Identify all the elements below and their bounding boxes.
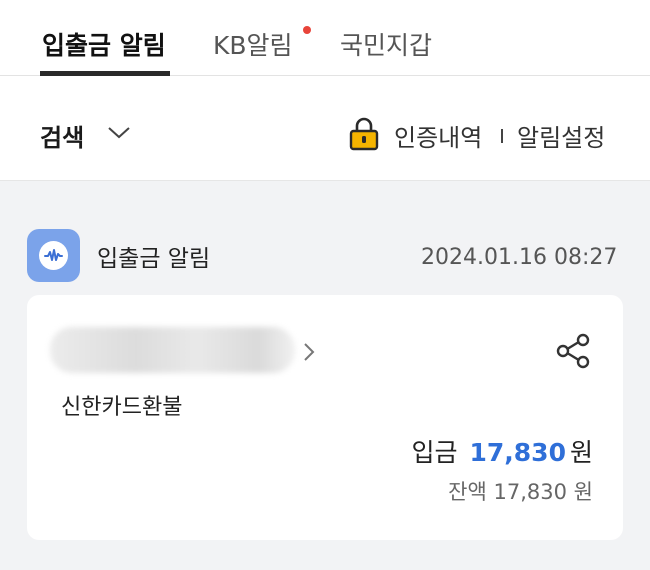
auth-history-link[interactable]: 인증내역	[394, 118, 482, 153]
transaction-card[interactable]: 신한카드환불 입금 17,830 원 잔액 17,830 원	[27, 295, 623, 540]
lock-icon	[349, 117, 379, 151]
balance-amount: 17,830	[493, 480, 567, 504]
masked-account-name	[50, 327, 295, 373]
search-dropdown-label[interactable]: 검색	[40, 118, 84, 153]
header-panel: 입출금 알림 KB알림 국민지갑 검색 인증내역 알림설정	[0, 0, 650, 180]
toolbar: 검색 인증내역 알림설정	[0, 110, 650, 160]
balance-row: 잔액 17,830 원	[448, 476, 593, 506]
tab-kookmin-wallet[interactable]: 국민지갑	[340, 26, 432, 76]
waveform-icon	[39, 241, 68, 270]
chevron-right-icon[interactable]	[301, 341, 317, 363]
active-tab-indicator	[40, 71, 170, 76]
deposit-row: 입금 17,830 원	[411, 433, 593, 469]
tab-deposit-withdrawal-alerts[interactable]: 입출금 알림	[42, 26, 166, 76]
link-divider	[501, 129, 503, 143]
share-icon[interactable]	[554, 333, 592, 369]
deposit-amount: 17,830	[469, 438, 566, 467]
new-badge-dot	[303, 26, 311, 34]
notification-list: 입출금 알림 2024.01.16 08:27 신한카드환불 입금 17,830 원…	[0, 180, 650, 570]
deposit-currency: 원	[569, 438, 593, 467]
balance-currency: 원	[573, 480, 593, 504]
notification-settings-link[interactable]: 알림설정	[517, 118, 605, 153]
tab-bar: 입출금 알림 KB알림 국민지갑	[0, 0, 650, 76]
tab-kb-alerts[interactable]: KB알림	[213, 26, 293, 76]
chevron-down-icon[interactable]	[106, 122, 132, 142]
balance-label: 잔액	[448, 480, 487, 504]
deposit-label: 입금	[411, 438, 458, 467]
timestamp: 2024.01.16 08:27	[421, 245, 618, 270]
transaction-memo: 신한카드환불	[61, 395, 183, 420]
app-name: 입출금 알림	[97, 246, 211, 272]
app-icon	[27, 229, 80, 282]
